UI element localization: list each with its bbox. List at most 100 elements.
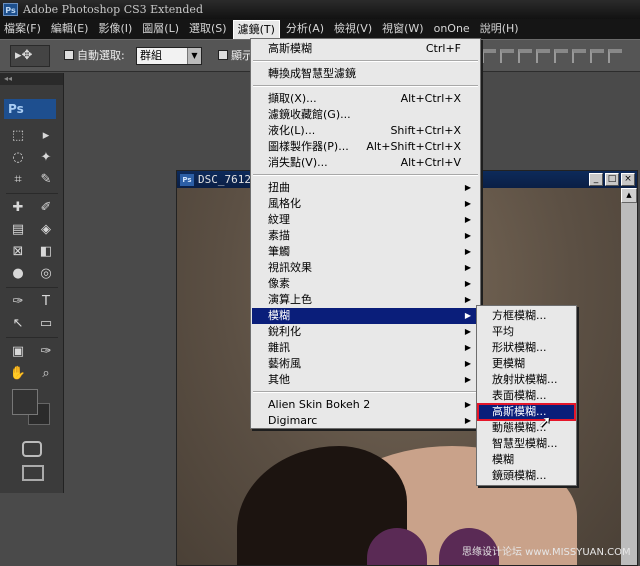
submenu-arrow-icon: ▶ <box>464 247 471 256</box>
path-selection-tool-icon[interactable]: ↖ <box>6 315 30 333</box>
pen-tool-icon[interactable]: ✑ <box>6 293 30 311</box>
app-title-bar: Ps Adobe Photoshop CS3 Extended <box>0 0 640 19</box>
filter-menu-item[interactable]: 其他 ▶ <box>252 372 479 388</box>
move-tool-preset-picker[interactable]: ▸✥ <box>10 45 50 67</box>
blur-tool-icon[interactable]: ● <box>6 265 30 283</box>
blur-menu-item[interactable]: 動態模糊... <box>478 420 575 436</box>
brush-tool-icon[interactable]: ✐ <box>34 199 58 217</box>
auto-select-dropdown[interactable]: 群組 ▼ <box>136 47 202 65</box>
filter-menu-item[interactable]: 紋理 ▶ <box>252 212 479 228</box>
healing-brush-tool-icon[interactable]: ✚ <box>6 199 30 217</box>
crop-tool-icon[interactable]: ⌗ <box>6 171 30 189</box>
zoom-tool-icon[interactable]: ⌕ <box>34 365 58 383</box>
filter-menu-item[interactable]: 圖樣製作器(P)... Alt+Shift+Ctrl+X <box>252 139 479 155</box>
submenu-arrow-icon: ▶ <box>464 343 471 352</box>
blur-menu-item[interactable]: 形狀模糊... <box>478 340 575 356</box>
marquee-tool-icon[interactable]: ⬚ <box>6 127 30 145</box>
minimize-icon[interactable]: _ <box>589 173 603 186</box>
filter-menu-item[interactable]: 藝術風 ▶ <box>252 356 479 372</box>
filter-menu-item[interactable]: 筆觸 ▶ <box>252 244 479 260</box>
submenu-arrow-icon: ▶ <box>464 327 471 336</box>
align-top-icon[interactable] <box>482 49 496 63</box>
menu-item-label: 像素 <box>268 277 290 290</box>
clone-stamp-tool-icon[interactable]: ▤ <box>6 221 30 239</box>
menu-select[interactable]: 選取(S) <box>185 20 231 38</box>
filter-menu-item[interactable]: 擷取(X)... Alt+Ctrl+X <box>252 91 479 107</box>
show-transform-checkbox[interactable] <box>218 50 228 60</box>
blur-menu-item[interactable]: 更模糊 <box>478 356 575 372</box>
filter-menu-item[interactable]: 消失點(V)... Alt+Ctrl+V <box>252 155 479 171</box>
filter-menu-item[interactable]: Alien Skin Bokeh 2 ▶ <box>252 397 479 413</box>
move-tool-icon[interactable]: ▸ <box>34 127 58 145</box>
menu-item-label: 雜訊 <box>268 341 290 354</box>
distribute-right-icon[interactable] <box>608 49 622 63</box>
eyedropper-sample-tool-icon[interactable]: ✑ <box>34 343 58 361</box>
menu-onone[interactable]: onOne <box>430 20 474 38</box>
filter-menu-dropdown: 高斯模糊 Ctrl+F 轉換成智慧型濾鏡 擷取(X)... Alt+Ctrl+X… <box>250 38 481 429</box>
dodge-tool-icon[interactable]: ◎ <box>34 265 58 283</box>
menu-view[interactable]: 檢視(V) <box>330 20 376 38</box>
filter-menu-item[interactable]: 視訊效果 ▶ <box>252 260 479 276</box>
hand-tool-icon[interactable]: ✋ <box>6 365 30 383</box>
distribute-left-icon[interactable] <box>590 49 604 63</box>
quick-mask-icon[interactable] <box>22 441 42 457</box>
lasso-tool-icon[interactable]: ◌ <box>6 149 30 167</box>
menu-help[interactable]: 說明(H) <box>476 20 523 38</box>
history-brush-tool-icon[interactable]: ◈ <box>34 221 58 239</box>
filter-menu-item-blur[interactable]: 模糊 ▶ <box>252 308 479 324</box>
magic-wand-tool-icon[interactable]: ✦ <box>34 149 58 167</box>
restore-icon[interactable]: □ <box>605 173 619 186</box>
shape-tool-icon[interactable]: ▭ <box>34 315 58 333</box>
blur-menu-item[interactable]: 鏡頭模糊... <box>478 468 575 484</box>
filter-menu-item[interactable]: 濾鏡收藏館(G)... <box>252 107 479 123</box>
filter-menu-item[interactable]: 高斯模糊 Ctrl+F <box>252 41 479 57</box>
align-vcenter-icon[interactable] <box>500 49 514 63</box>
filter-menu-item[interactable]: 素描 ▶ <box>252 228 479 244</box>
menu-edit[interactable]: 編輯(E) <box>47 20 93 38</box>
filter-menu-item[interactable]: 像素 ▶ <box>252 276 479 292</box>
blur-menu-item[interactable]: 智慧型模糊... <box>478 436 575 452</box>
vertical-scrollbar[interactable]: ▲ <box>621 188 637 565</box>
filter-menu-item[interactable]: Digimarc ▶ <box>252 413 479 429</box>
filter-menu-item[interactable]: 演算上色 ▶ <box>252 292 479 308</box>
menu-image[interactable]: 影像(I) <box>94 20 136 38</box>
filter-menu-item[interactable]: 轉換成智慧型濾鏡 <box>252 66 479 82</box>
eyedropper-tool-icon[interactable]: ✎ <box>34 171 58 189</box>
distribute-vcenter-icon[interactable] <box>554 49 568 63</box>
blur-menu-item[interactable]: 方框模糊... <box>478 308 575 324</box>
blur-menu-item[interactable]: 放射狀模糊... <box>478 372 575 388</box>
panel-collapse-icon[interactable]: ◂◂ <box>0 73 63 85</box>
filter-menu-item[interactable]: 液化(L)... Shift+Ctrl+X <box>252 123 479 139</box>
blur-menu-item[interactable]: 模糊 <box>478 452 575 468</box>
gradient-tool-icon[interactable]: ◧ <box>34 243 58 261</box>
menu-item-label: 視訊效果 <box>268 261 312 274</box>
menu-window[interactable]: 視窗(W) <box>378 20 427 38</box>
type-tool-icon[interactable]: T <box>34 293 58 311</box>
menu-item-shortcut: Alt+Ctrl+V <box>400 156 461 169</box>
eraser-tool-icon[interactable]: ⊠ <box>6 243 30 261</box>
menu-analysis[interactable]: 分析(A) <box>282 20 328 38</box>
close-icon[interactable]: × <box>621 173 635 186</box>
blur-menu-item[interactable]: 表面模糊... <box>478 388 575 404</box>
notes-tool-icon[interactable]: ▣ <box>6 343 30 361</box>
filter-menu-item[interactable]: 銳利化 ▶ <box>252 324 479 340</box>
distribute-top-icon[interactable] <box>536 49 550 63</box>
foreground-color-swatch[interactable] <box>12 389 38 415</box>
blur-menu-item-gaussian[interactable]: 高斯模糊... <box>477 403 576 421</box>
distribute-bottom-icon[interactable] <box>572 49 586 63</box>
filter-menu-item[interactable]: 雜訊 ▶ <box>252 340 479 356</box>
blur-menu-item[interactable]: 平均 <box>478 324 575 340</box>
menu-layer[interactable]: 圖層(L) <box>138 20 183 38</box>
auto-select-checkbox[interactable] <box>64 50 74 60</box>
align-bottom-icon[interactable] <box>518 49 532 63</box>
menu-item-label: 素描 <box>268 229 290 242</box>
filter-menu-item[interactable]: 扭曲 ▶ <box>252 180 479 196</box>
scroll-up-icon[interactable]: ▲ <box>621 188 637 203</box>
submenu-arrow-icon: ▶ <box>464 279 471 288</box>
menu-file[interactable]: 檔案(F) <box>0 20 45 38</box>
filter-menu-item[interactable]: 風格化 ▶ <box>252 196 479 212</box>
document-ps-icon: Ps <box>180 173 194 186</box>
menu-item-label: 高斯模糊 <box>268 42 312 55</box>
screen-mode-icon[interactable] <box>22 465 44 481</box>
menu-filter[interactable]: 濾鏡(T) <box>232 19 280 39</box>
